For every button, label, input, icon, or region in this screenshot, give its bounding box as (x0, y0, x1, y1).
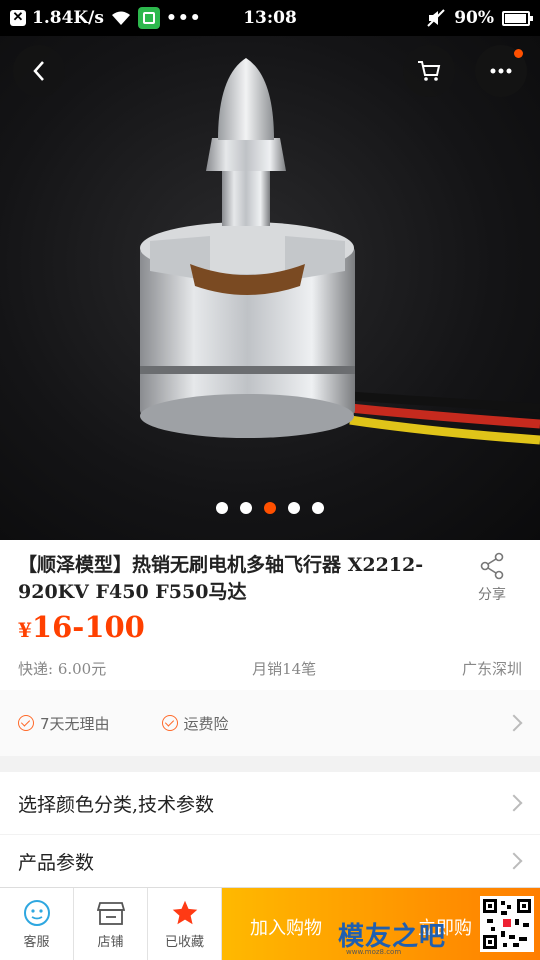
customer-service-icon (23, 899, 51, 927)
store-icon (96, 899, 125, 927)
chevron-right-icon (505, 714, 523, 732)
wifi-icon (111, 11, 130, 25)
add-to-cart-button[interactable]: 加入购物 立即购 模友之吧 www.moz8.com (222, 888, 540, 960)
customer-service-tab[interactable]: 客服 (0, 888, 74, 960)
price-currency: ¥ (18, 618, 32, 642)
battery-icon (502, 10, 533, 26)
share-label: 分享 (478, 587, 506, 603)
bottom-action-bar: 客服 店铺 已收藏 加入购物 立即购 模友之吧 www.moz8.com (0, 887, 540, 960)
network-speed: 1.84K/s (32, 8, 104, 28)
product-title: 【顺泽模型】热销无刷电机多轴飞行器 X2212-920KV F450 F550马… (18, 554, 424, 603)
favorite-label: 已收藏 (164, 934, 204, 950)
product-params-row[interactable]: 产品参数 (0, 835, 540, 887)
price-range: 16-100 (31, 610, 145, 644)
ship-location: 广东深圳 (461, 660, 522, 678)
check-circle-icon (161, 715, 178, 731)
qr-code-image (480, 896, 534, 952)
product-info: 【顺泽模型】热销无刷电机多轴飞行器 X2212-920KV F450 F550马… (0, 540, 540, 690)
check-circle-icon (18, 715, 34, 731)
more-notifications-icon: ••• (165, 8, 202, 28)
chevron-left-icon (33, 61, 44, 81)
service-label: 7天无理由 (40, 714, 110, 733)
service-item: 运费险 (161, 713, 229, 734)
select-options-label: 选择颜色分类,技术参数 (18, 793, 215, 816)
close-notification-icon: ✕ (10, 10, 26, 26)
chevron-right-icon (505, 852, 523, 870)
battery-percent: 90% (454, 8, 494, 28)
service-label: 运费险 (183, 714, 229, 733)
app-notification-icon (137, 7, 160, 29)
product-detail-page: ✕ 1.84K/s ••• 13:08 90% 【顺泽模型】热销无刷电机多轴飞行… (0, 0, 540, 960)
share-icon (480, 552, 504, 580)
select-options-row[interactable]: 选择颜色分类,技术参数 (0, 772, 540, 834)
star-icon (171, 899, 199, 927)
more-dots-icon (490, 68, 512, 74)
store-label: 店铺 (97, 934, 124, 950)
add-to-cart-label: 加入购物 (250, 918, 322, 939)
mute-icon (427, 9, 445, 27)
product-image-gallery[interactable] (0, 36, 540, 540)
watermark-url: www.moz8.com (346, 948, 402, 956)
favorite-tab[interactable]: 已收藏 (148, 888, 222, 960)
motor-image (140, 58, 540, 445)
product-meta: 快递: 6.00元 月销14笔 广东深圳 (18, 658, 522, 679)
more-button[interactable] (475, 45, 527, 97)
gallery-dot-active[interactable] (264, 502, 276, 514)
cart-icon (418, 61, 441, 81)
store-tab[interactable]: 店铺 (74, 888, 148, 960)
notification-dot (514, 49, 523, 58)
gallery-dot[interactable] (312, 502, 324, 514)
price: ¥16-100 (18, 610, 145, 644)
gallery-dot[interactable] (240, 502, 252, 514)
monthly-sales: 月销14笔 (252, 660, 317, 678)
back-button[interactable] (13, 45, 65, 97)
gallery-dot[interactable] (216, 502, 228, 514)
gallery-dot[interactable] (288, 502, 300, 514)
service-item: 7天无理由 (18, 713, 110, 734)
gallery-pagination (0, 502, 540, 514)
shipping-fee: 快递: 6.00元 (18, 660, 107, 678)
chevron-right-icon (505, 794, 523, 812)
status-bar: ✕ 1.84K/s ••• 13:08 90% (0, 0, 540, 36)
service-guarantees[interactable]: 7天无理由 运费险 (0, 690, 540, 756)
share-button[interactable]: 分享 (466, 552, 518, 604)
cart-button[interactable] (403, 45, 455, 97)
product-params-label: 产品参数 (18, 851, 95, 874)
customer-service-label: 客服 (23, 934, 50, 950)
